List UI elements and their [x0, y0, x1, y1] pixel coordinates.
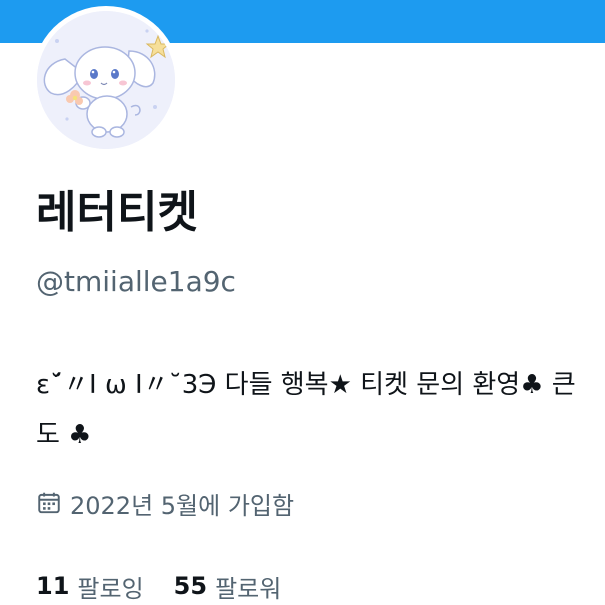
profile-handle: @tmiialle1a9c [36, 265, 236, 298]
followers-link[interactable]: 55 팔로워 [174, 569, 282, 604]
followers-label: 팔로워 [215, 574, 282, 603]
followers-count: 55 [173, 572, 208, 600]
follow-stats: 11 팔로잉 55 팔로워 [36, 568, 311, 604]
cinnamoroll-avatar-icon [37, 11, 175, 149]
bio-line: ε˘́〃Ι ω Ι〃˘3Э 다들 행복★ 티켓 문의 환영♣ 큰 [36, 370, 576, 400]
avatar[interactable] [37, 11, 175, 149]
profile-bio: ε˘́〃Ι ω Ι〃˘3Э 다들 행복★ 티켓 문의 환영♣ 큰 도 ♣ [36, 360, 605, 460]
calendar-icon [36, 490, 62, 516]
profile-page: 레터티켓 @tmiialle1a9c ε˘́〃Ι ω Ι〃˘3Э 다들 행복★ … [0, 0, 605, 605]
join-date: 2022년 5월에 가입함 [36, 483, 294, 523]
following-link[interactable]: 11 팔로잉 [36, 569, 144, 604]
display-name: 레터티켓 [36, 187, 198, 238]
following-label: 팔로잉 [77, 574, 144, 603]
join-date-text: 2022년 5월에 가입함 [70, 491, 295, 520]
bio-line: 도 ♣ [36, 420, 92, 450]
following-count: 11 [36, 572, 70, 600]
